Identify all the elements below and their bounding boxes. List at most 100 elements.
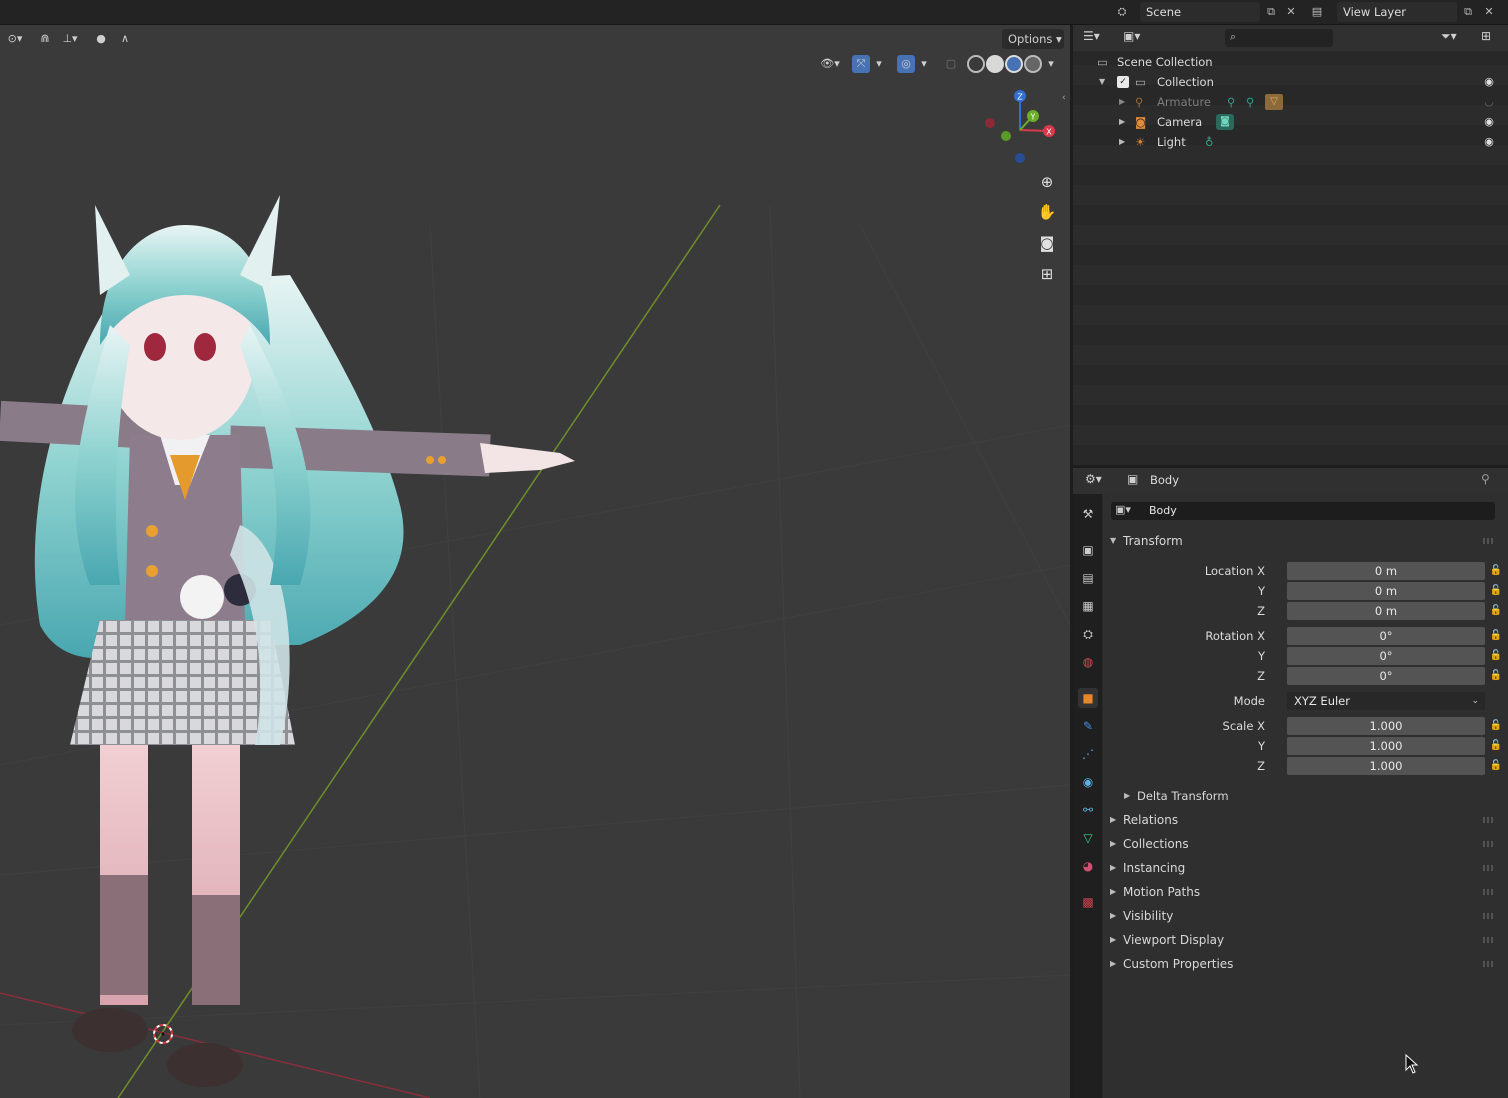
- modifier-tab-icon[interactable]: ✎: [1078, 716, 1098, 736]
- new-view-layer-icon[interactable]: ⧉: [1459, 3, 1477, 21]
- rotation-z-field[interactable]: 0°: [1287, 667, 1485, 685]
- instancing-panel-header[interactable]: ▶ Instancing: [1109, 857, 1501, 879]
- drag-handle[interactable]: [1483, 865, 1495, 871]
- outliner-row-camera[interactable]: ▶ ◙ Camera ◙ ◉: [1073, 112, 1508, 132]
- location-y-field[interactable]: 0 m: [1287, 582, 1485, 600]
- custom-properties-panel-header[interactable]: ▶ Custom Properties: [1109, 953, 1501, 975]
- drag-handle[interactable]: [1483, 961, 1495, 967]
- material-tab-icon[interactable]: ◕: [1078, 856, 1098, 876]
- xray-icon[interactable]: ▢: [942, 55, 960, 73]
- drag-handle[interactable]: [1483, 937, 1495, 943]
- world-tab-icon[interactable]: ◍: [1078, 652, 1098, 672]
- delta-transform-subpanel[interactable]: ▶ Delta Transform: [1123, 785, 1501, 807]
- snap-icon[interactable]: ⋒: [36, 30, 54, 48]
- drag-handle[interactable]: [1483, 817, 1495, 823]
- navigation-gizmo[interactable]: Z X Y: [980, 85, 1060, 170]
- transform-panel-header[interactable]: ▼ Transform: [1109, 530, 1501, 552]
- lock-icon[interactable]: 🔓: [1489, 604, 1503, 618]
- new-scene-icon[interactable]: ⧉: [1262, 3, 1280, 21]
- view-layer-icon[interactable]: ▤: [1308, 3, 1326, 21]
- eye-icon[interactable]: ◉: [1482, 115, 1496, 129]
- wireframe-shading-icon[interactable]: [967, 55, 985, 73]
- texture-tab-icon[interactable]: ▩: [1078, 892, 1098, 912]
- motion-paths-panel-header[interactable]: ▶ Motion Paths: [1109, 881, 1501, 903]
- expand-arrow-icon[interactable]: ▶: [1119, 132, 1125, 152]
- expand-arrow-icon[interactable]: ▼: [1099, 72, 1105, 92]
- relations-panel-header[interactable]: ▶ Relations: [1109, 809, 1501, 831]
- location-x-field[interactable]: 0 m: [1287, 562, 1485, 580]
- lock-icon[interactable]: 🔓: [1489, 564, 1503, 578]
- chevron-down-icon[interactable]: ▾: [872, 55, 886, 73]
- visibility-panel-header[interactable]: ▶ Visibility: [1109, 905, 1501, 927]
- outliner-row-scene-collection[interactable]: ▭ Scene Collection: [1073, 52, 1508, 72]
- filter-icon[interactable]: ⏷▾: [1441, 29, 1457, 44]
- lock-icon[interactable]: 🔓: [1489, 649, 1503, 663]
- data-tab-icon[interactable]: ▽: [1078, 828, 1098, 848]
- chevron-down-icon[interactable]: ▾: [1044, 55, 1058, 73]
- location-z-field[interactable]: 0 m: [1287, 602, 1485, 620]
- drag-handle[interactable]: [1483, 913, 1495, 919]
- lock-icon[interactable]: 🔓: [1489, 669, 1503, 683]
- perspective-grid-icon[interactable]: ⊞: [1034, 261, 1060, 287]
- editor-type-icon[interactable]: ⚙▾: [1085, 472, 1102, 486]
- tool-tab-icon[interactable]: ⚒: [1078, 504, 1098, 524]
- sidebar-toggle-icon[interactable]: ‹: [1062, 93, 1066, 103]
- camera-view-icon[interactable]: ◙: [1034, 230, 1060, 256]
- eye-closed-icon[interactable]: ◡: [1482, 95, 1496, 109]
- falloff-icon[interactable]: ∧: [112, 30, 138, 48]
- rotation-mode-dropdown[interactable]: XYZ Euler ⌄: [1287, 692, 1485, 710]
- proportional-editing-icon[interactable]: ●: [92, 30, 110, 48]
- object-name-field[interactable]: ▣▾ Body: [1111, 502, 1495, 520]
- view-layer-field[interactable]: View Layer: [1337, 2, 1457, 22]
- drag-handle[interactable]: [1483, 841, 1495, 847]
- visibility-icon[interactable]: 👁▾: [816, 55, 844, 73]
- zoom-icon[interactable]: ⊕: [1034, 169, 1060, 195]
- options-dropdown[interactable]: Options ▾: [1002, 29, 1064, 49]
- display-mode-icon[interactable]: ▣▾: [1123, 29, 1140, 43]
- scene-tab-icon[interactable]: ⛭: [1078, 624, 1098, 644]
- object-tab-icon[interactable]: ■: [1078, 688, 1098, 708]
- 3d-viewport[interactable]: ⊙▾ ⋒ ⊥▾ ● ∧ Options ▾ 👁▾ ⤧ ▾ ◎ ▾ ▢ ▾ Z X…: [0, 25, 1070, 1098]
- close-icon[interactable]: ✕: [1480, 3, 1498, 21]
- scale-z-field[interactable]: 1.000: [1287, 757, 1485, 775]
- lock-icon[interactable]: 🔓: [1489, 629, 1503, 643]
- overlays-toggle-icon[interactable]: ◎: [897, 55, 915, 73]
- lock-icon[interactable]: 🔓: [1489, 739, 1503, 753]
- expand-arrow-icon[interactable]: ▶: [1119, 92, 1125, 112]
- eye-icon[interactable]: ◉: [1482, 75, 1496, 89]
- new-collection-icon[interactable]: ⊞: [1481, 29, 1491, 43]
- expand-arrow-icon[interactable]: ▶: [1119, 112, 1125, 132]
- exclude-checkbox[interactable]: ✓: [1117, 76, 1129, 88]
- drag-handle[interactable]: [1483, 538, 1495, 544]
- drag-handle[interactable]: [1483, 889, 1495, 895]
- lock-icon[interactable]: 🔓: [1489, 584, 1503, 598]
- editor-type-icon[interactable]: ☰▾: [1083, 29, 1100, 43]
- rotation-y-field[interactable]: 0°: [1287, 647, 1485, 665]
- material-preview-icon[interactable]: [1005, 55, 1023, 73]
- physics-tab-icon[interactable]: ◉: [1078, 772, 1098, 792]
- transform-pivot-icon[interactable]: ⊙▾: [2, 30, 28, 48]
- lock-icon[interactable]: 🔓: [1489, 719, 1503, 733]
- outliner-row-light[interactable]: ▶ ☀ Light ♁ ◉: [1073, 132, 1508, 152]
- lock-icon[interactable]: 🔓: [1489, 759, 1503, 773]
- viewport-display-panel-header[interactable]: ▶ Viewport Display: [1109, 929, 1501, 951]
- view-layer-tab-icon[interactable]: ▦: [1078, 596, 1098, 616]
- scene-name-field[interactable]: Scene: [1140, 2, 1260, 22]
- eye-icon[interactable]: ◉: [1482, 135, 1496, 149]
- constraints-tab-icon[interactable]: ⚯: [1078, 800, 1098, 820]
- close-icon[interactable]: ✕: [1282, 3, 1300, 21]
- pan-hand-icon[interactable]: ✋: [1034, 199, 1060, 225]
- render-tab-icon[interactable]: ▣: [1078, 540, 1098, 560]
- scale-x-field[interactable]: 1.000: [1287, 717, 1485, 735]
- pin-icon[interactable]: ⚲: [1481, 472, 1490, 486]
- scale-y-field[interactable]: 1.000: [1287, 737, 1485, 755]
- rendered-shading-icon[interactable]: [1024, 55, 1042, 73]
- outliner-row-collection[interactable]: ▼ ✓ ▭ Collection ◉: [1073, 72, 1508, 92]
- gizmo-toggle-icon[interactable]: ⤧: [852, 55, 870, 73]
- solid-shading-icon[interactable]: [986, 55, 1004, 73]
- snap-target-icon[interactable]: ⊥▾: [56, 30, 84, 48]
- scene-icon[interactable]: ⛭: [1113, 3, 1131, 21]
- chevron-down-icon[interactable]: ▾: [917, 55, 931, 73]
- outliner-row-armature[interactable]: ▶ ⚲ Armature ⚲ ⚲ ▽ ◡: [1073, 92, 1508, 112]
- rotation-x-field[interactable]: 0°: [1287, 627, 1485, 645]
